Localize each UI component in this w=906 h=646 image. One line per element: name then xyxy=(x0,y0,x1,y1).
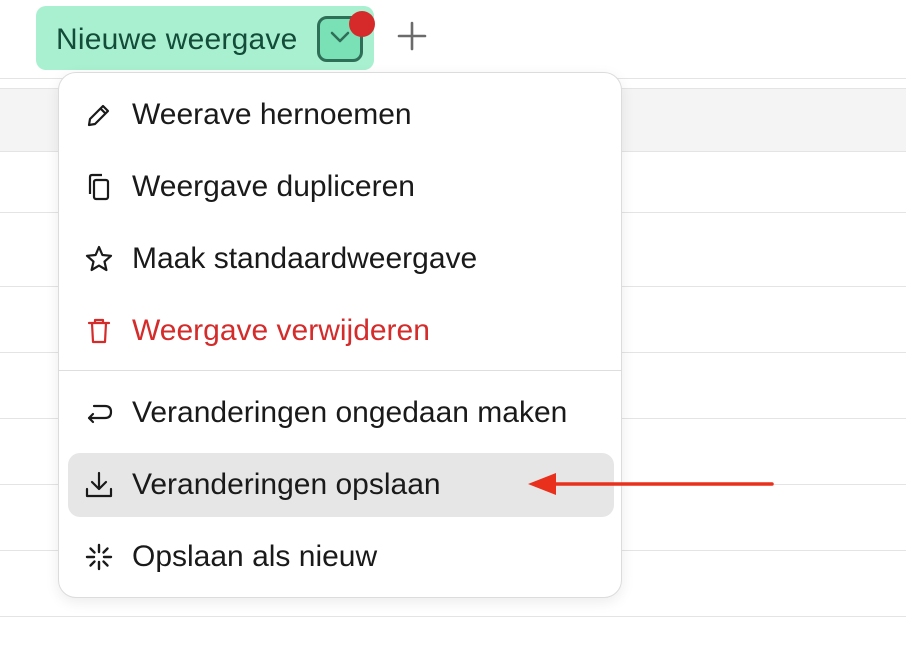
notification-dot xyxy=(349,11,375,37)
menu-item-rename[interactable]: Weerave hernoemen xyxy=(68,83,614,147)
menu-item-label: Veranderingen opslaan xyxy=(132,468,441,501)
menu-item-label: Weergave dupliceren xyxy=(132,170,415,203)
trash-icon xyxy=(83,315,115,347)
menu-item-label: Weerave hernoemen xyxy=(132,98,412,131)
menu-item-duplicate[interactable]: Weergave dupliceren xyxy=(68,155,614,219)
view-tab-label: Nieuwe weergave xyxy=(56,23,298,56)
menu-item-label: Veranderingen ongedaan maken xyxy=(132,396,568,429)
menu-item-undo-changes[interactable]: Veranderingen ongedaan maken xyxy=(68,381,614,445)
chevron-down-icon xyxy=(329,30,351,49)
sparkle-icon xyxy=(83,541,115,573)
plus-icon xyxy=(397,21,427,56)
menu-item-label: Weergave verwijderen xyxy=(132,314,430,347)
pencil-icon xyxy=(83,99,115,131)
menu-item-save-as-new[interactable]: Opslaan als nieuw xyxy=(68,525,614,589)
copy-icon xyxy=(83,171,115,203)
menu-item-make-default[interactable]: Maak standaardweergave xyxy=(68,227,614,291)
add-view-button[interactable] xyxy=(394,20,430,56)
menu-item-delete[interactable]: Weergave verwijderen xyxy=(68,299,614,363)
star-icon xyxy=(83,243,115,275)
menu-item-label: Maak standaardweergave xyxy=(132,242,478,275)
grid-line xyxy=(0,616,906,617)
download-icon xyxy=(83,469,115,501)
menu-divider xyxy=(59,370,621,371)
view-options-menu: Weerave hernoemen Weergave dupliceren Ma… xyxy=(58,72,622,598)
undo-icon xyxy=(83,397,115,429)
menu-item-label: Opslaan als nieuw xyxy=(132,540,378,573)
annotation-arrow xyxy=(526,468,776,500)
view-tab[interactable]: Nieuwe weergave xyxy=(36,6,375,70)
